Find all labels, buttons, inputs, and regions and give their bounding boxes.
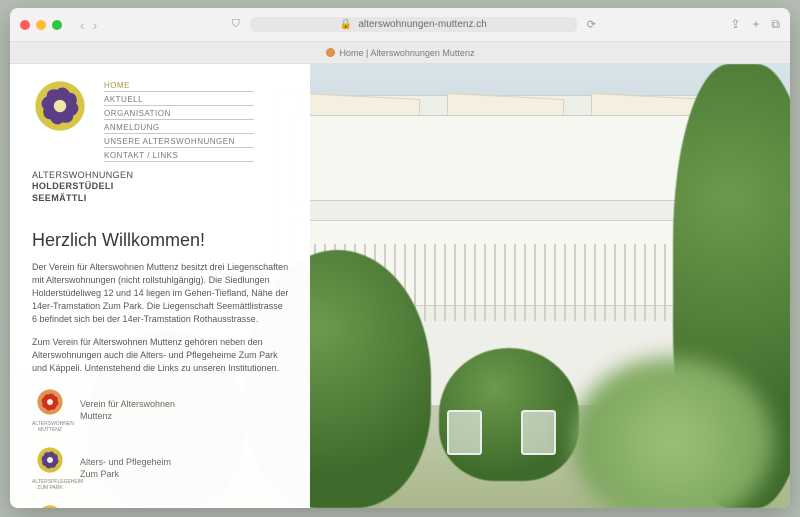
intro-paragraph-2: Zum Verein für Alterswohnen Muttenz gehö… [32, 336, 290, 375]
nav-item-home[interactable]: HOME [104, 80, 254, 92]
main-nav: HOME AKTUELL ORGANISATION ANMELDUNG UNSE… [104, 78, 254, 162]
minimize-window-button[interactable] [36, 20, 46, 30]
nav-buttons: ‹ › [80, 17, 97, 33]
partner-link-0[interactable]: ALTERSWOHNEN MUTTENZ Verein für Alterswo… [32, 387, 290, 433]
share-button[interactable]: ⇪ [730, 17, 740, 32]
partner-logo-icon: ALTERSPFLEGEHEIM KÄPPELI [32, 503, 68, 508]
content-panel: HOME AKTUELL ORGANISATION ANMELDUNG UNSE… [10, 64, 310, 508]
page-viewport: HOME AKTUELL ORGANISATION ANMELDUNG UNSE… [10, 64, 790, 508]
tab-title[interactable]: Home | Alterswohnungen Muttenz [340, 48, 475, 58]
page-title: Herzlich Willkommen! [32, 230, 290, 251]
reload-button[interactable]: ⟳ [587, 18, 596, 31]
nav-item-anmeldung[interactable]: ANMELDUNG [104, 122, 254, 134]
favicon-icon [326, 48, 335, 57]
brand-text: ALTERSWOHNUNGEN HOLDERSTÜDELI SEEMÄTTLI [32, 170, 290, 204]
intro-paragraph-1: Der Verein für Alterswohnen Muttenz besi… [32, 261, 290, 326]
fullscreen-window-button[interactable] [52, 20, 62, 30]
shield-icon[interactable]: ⛉ [232, 18, 240, 31]
nav-item-kontakt[interactable]: KONTAKT / LINKS [104, 150, 254, 162]
nav-item-aktuell[interactable]: AKTUELL [104, 94, 254, 106]
site-logo[interactable] [32, 78, 88, 134]
window-controls [20, 20, 62, 30]
tabs-button[interactable]: ⧉ [771, 17, 780, 32]
partner-link-2[interactable]: ALTERSPFLEGEHEIM KÄPPELI Alters- und Pfl… [32, 503, 290, 508]
back-button[interactable]: ‹ [80, 17, 85, 33]
nav-item-organisation[interactable]: ORGANISATION [104, 108, 254, 120]
lock-icon: 🔒 [340, 19, 352, 30]
partner-logo-icon: ALTERSPFLEGEHEIM ZUM PARK [32, 445, 68, 491]
address-bar[interactable]: 🔒 alterswohnungen-muttenz.ch [250, 17, 577, 32]
tab-strip: Home | Alterswohnungen Muttenz [10, 42, 790, 64]
partner-label: Alters- und PflegeheimZum Park [80, 456, 171, 480]
browser-window: ‹ › ⛉ 🔒 alterswohnungen-muttenz.ch ⟳ ⇪ +… [10, 8, 790, 508]
partner-link-1[interactable]: ALTERSPFLEGEHEIM ZUM PARK Alters- und Pf… [32, 445, 290, 491]
url-text: alterswohnungen-muttenz.ch [358, 19, 486, 30]
titlebar: ‹ › ⛉ 🔒 alterswohnungen-muttenz.ch ⟳ ⇪ +… [10, 8, 790, 42]
close-window-button[interactable] [20, 20, 30, 30]
partner-logo-icon: ALTERSWOHNEN MUTTENZ [32, 387, 68, 433]
partner-label: Verein für AlterswohnenMuttenz [80, 398, 175, 422]
new-tab-button[interactable]: + [752, 17, 759, 32]
nav-item-wohnungen[interactable]: UNSERE ALTERSWOHNUNGEN [104, 136, 254, 148]
forward-button[interactable]: › [93, 17, 98, 33]
